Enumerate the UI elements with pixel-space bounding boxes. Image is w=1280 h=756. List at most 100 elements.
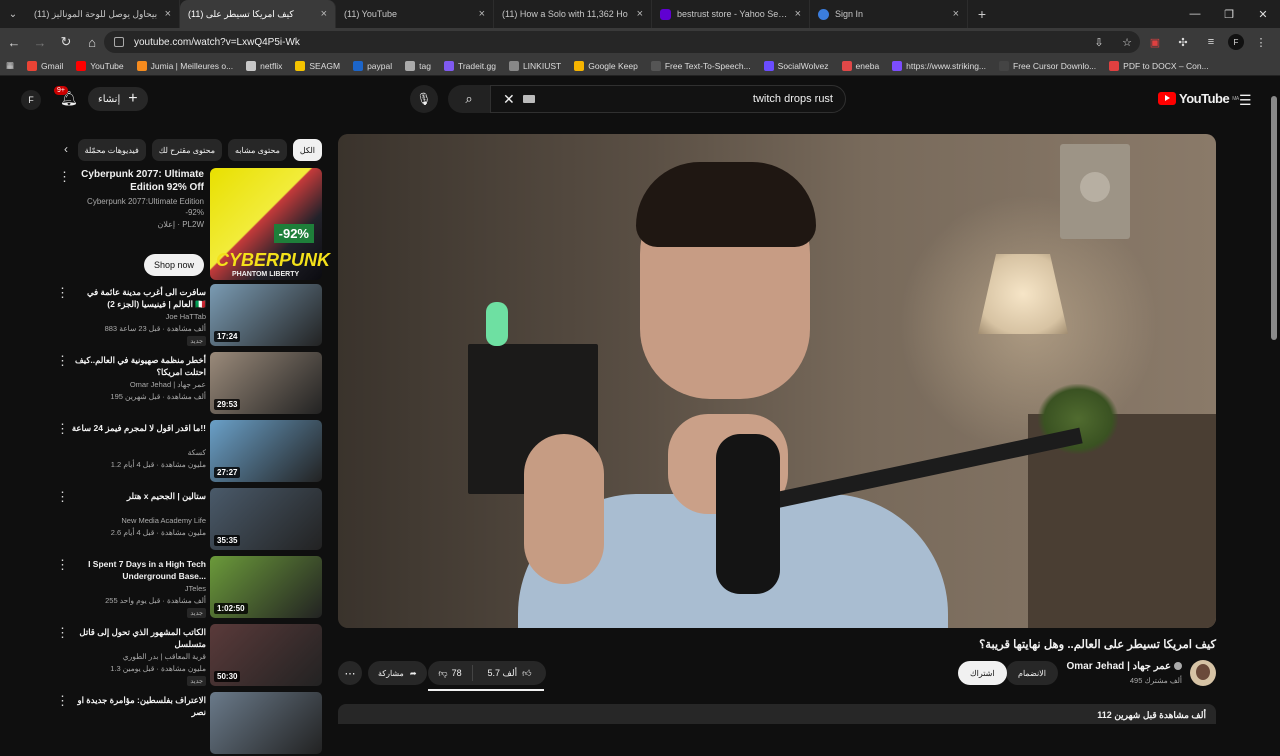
notifications-bell-icon[interactable]: 🔔︎ 9+: [54, 86, 80, 110]
bookmark-item[interactable]: eneba: [841, 60, 879, 71]
close-tab-icon[interactable]: ×: [479, 8, 485, 20]
video-more-options-icon[interactable]: ⋮: [56, 558, 69, 571]
channel-avatar[interactable]: [1190, 660, 1216, 686]
keyboard-icon[interactable]: [522, 95, 535, 103]
bookmark-item[interactable]: tag: [405, 60, 431, 71]
restore-icon[interactable]: ❐: [1212, 0, 1246, 28]
video-thumbnail[interactable]: 29:53: [210, 352, 322, 414]
bookmark-item[interactable]: YouTube: [76, 60, 124, 71]
video-title[interactable]: هتلر x ستالين | الجحيم: [70, 490, 206, 502]
profile-avatar[interactable]: F: [1228, 34, 1244, 50]
ad-thumbnail[interactable]: -92% CYBERPUNK PHANTOM LIBERTY: [210, 168, 330, 280]
chip-recommended[interactable]: محتوى مقترح لك: [151, 139, 222, 161]
video-title[interactable]: الكاتب المشهور الذي تحول إلى قاتل متسلسل: [70, 626, 206, 650]
forward-icon[interactable]: →: [28, 30, 52, 54]
channel-name[interactable]: Omar Jehad | عمر جهاد: [1066, 661, 1182, 672]
extension-icon[interactable]: ▣: [1144, 31, 1166, 53]
site-info-icon[interactable]: [114, 37, 124, 47]
description-box[interactable]: 112 ألف مشاهدة قبل شهرين: [338, 704, 1216, 724]
minimize-icon[interactable]: —: [1178, 0, 1212, 28]
guide-menu-icon[interactable]: ☰: [1239, 92, 1252, 109]
bookmark-item[interactable]: SEAGM: [295, 60, 340, 71]
bookmark-item[interactable]: paypal: [353, 60, 392, 71]
video-title[interactable]: I Spent 7 Days in a High Tech Undergroun…: [70, 558, 206, 582]
close-tab-icon[interactable]: ×: [165, 8, 171, 20]
bookmark-item[interactable]: Gmail: [27, 60, 63, 71]
video-more-options-icon[interactable]: ⋮: [56, 626, 69, 639]
related-video-item[interactable]: 27:27 ما اقدر اقول لا لمجرم فيمز 24 ساعة!…: [52, 420, 324, 484]
subscribe-button[interactable]: اشتراك: [958, 661, 1007, 685]
close-tab-icon[interactable]: ×: [795, 8, 801, 20]
extensions-puzzle-icon[interactable]: ✣: [1172, 31, 1194, 53]
close-tab-icon[interactable]: ×: [321, 8, 327, 20]
bookmark-item[interactable]: Free Cursor Downlo...: [999, 60, 1096, 71]
clear-search-icon[interactable]: ✕: [503, 91, 515, 108]
related-video-item[interactable]: 17:24 سافرت الى أغرب مدينة عائمة في العال…: [52, 284, 324, 348]
video-channel[interactable]: JTeles: [185, 584, 206, 593]
account-avatar[interactable]: F: [21, 90, 41, 110]
bookmark-item[interactable]: Free Text-To-Speech...: [650, 60, 751, 71]
tab-search-icon[interactable]: ⌄: [0, 0, 26, 28]
ad-title[interactable]: Cyberpunk 2077: Ultimate Edition 92% Off: [74, 168, 204, 194]
page-scrollbar[interactable]: [1271, 90, 1277, 710]
home-icon[interactable]: ⌂: [80, 30, 104, 54]
more-actions-icon[interactable]: ⋯: [338, 661, 362, 685]
reload-icon[interactable]: ↻: [54, 30, 78, 54]
sponsored-ad[interactable]: -92% CYBERPUNK PHANTOM LIBERTY Cyberpunk…: [52, 166, 330, 280]
video-thumbnail[interactable]: 1:02:50: [210, 556, 322, 618]
bookmark-star-icon[interactable]: ☆: [1116, 31, 1138, 53]
related-video-item[interactable]: 1:02:50 I Spent 7 Days in a High Tech Und…: [52, 556, 324, 620]
video-more-options-icon[interactable]: ⋮: [56, 354, 69, 367]
share-button[interactable]: مشاركة ➦: [368, 661, 427, 685]
bookmark-item[interactable]: PDF to DOCX – Con...: [1109, 60, 1209, 71]
browser-tab[interactable]: (11) بيحاول يوصل للوحة الموناليز ×: [26, 0, 180, 28]
new-tab-icon[interactable]: +: [968, 6, 996, 22]
video-title[interactable]: أخطر منظمة صهيونية في العالم..كيف احتلت …: [70, 354, 206, 378]
video-more-options-icon[interactable]: ⋮: [56, 286, 69, 299]
video-thumbnail[interactable]: 17:24: [210, 284, 322, 346]
related-video-item[interactable]: 35:35 هتلر x ستالين | الجحيم New Media Aca…: [52, 488, 324, 552]
video-player[interactable]: [338, 134, 1216, 628]
video-more-options-icon[interactable]: ⋮: [56, 422, 69, 435]
youtube-logo[interactable]: YouTube MA: [1158, 91, 1239, 106]
bookmark-item[interactable]: SocialWolvez: [763, 60, 829, 71]
video-title[interactable]: سافرت الى أغرب مدينة عائمة في العالم | ف…: [70, 286, 206, 310]
video-more-options-icon[interactable]: ⋮: [56, 694, 69, 707]
back-icon[interactable]: ←: [2, 30, 26, 54]
create-button[interactable]: إنشاء +: [88, 87, 148, 111]
bookmark-item[interactable]: netflix: [246, 60, 282, 71]
browser-tab[interactable]: bestrust store - Yahoo Search R×: [652, 0, 810, 28]
related-video-item[interactable]: الاعتراف بفلسطين: مؤامرة جديدة او نصر ⋮: [52, 692, 324, 756]
apps-grid-icon[interactable]: ▦: [6, 60, 14, 71]
video-thumbnail[interactable]: 27:27: [210, 420, 322, 482]
video-channel[interactable]: Joe HaTTab: [166, 312, 206, 321]
bookmark-item[interactable]: Google Keep: [574, 60, 638, 71]
video-channel[interactable]: قرية المعاقب | بدر الطوري: [123, 652, 206, 661]
voice-search-icon[interactable]: 🎙︎: [410, 85, 438, 113]
chevron-left-icon[interactable]: ‹: [64, 142, 68, 156]
browser-tab[interactable]: (11) How a Solo with 11,362 Ho ×: [494, 0, 652, 28]
video-channel[interactable]: كسكة: [188, 448, 206, 457]
chip-all[interactable]: الكل: [292, 139, 322, 161]
bookmark-item[interactable]: Jumia | Meilleures o...: [136, 60, 233, 71]
browser-tab[interactable]: Sign In ×: [810, 0, 968, 28]
reading-list-icon[interactable]: ≡: [1200, 31, 1222, 53]
address-bar[interactable]: youtube.com/watch?v=LxwQ4P5i-Wk: [104, 31, 1140, 53]
join-button[interactable]: الانضمام: [1006, 661, 1058, 685]
install-app-icon[interactable]: ⇩: [1088, 31, 1110, 53]
shop-now-button[interactable]: Shop now: [143, 254, 204, 276]
video-channel[interactable]: Omar Jehad | عمر جهاد: [130, 380, 206, 389]
browser-menu-icon[interactable]: ⋮: [1250, 31, 1272, 53]
like-button[interactable]: 5.7 ألف 👍︎: [472, 665, 546, 681]
browser-tab[interactable]: (11) YouTube ×: [336, 0, 494, 28]
scrollbar-thumb[interactable]: [1271, 96, 1277, 340]
video-thumbnail[interactable]: 35:35: [210, 488, 322, 550]
video-title[interactable]: الاعتراف بفلسطين: مؤامرة جديدة او نصر: [70, 694, 206, 718]
related-video-item[interactable]: 29:53 أخطر منظمة صهيونية في العالم..كيف ا…: [52, 352, 324, 416]
chip-related[interactable]: محتوى مشابه: [228, 139, 287, 161]
video-thumbnail[interactable]: [210, 692, 322, 754]
video-title[interactable]: ما اقدر اقول لا لمجرم فيمز 24 ساعة!!: [70, 422, 206, 434]
close-tab-icon[interactable]: ×: [953, 8, 959, 20]
video-more-options-icon[interactable]: ⋮: [56, 490, 69, 503]
related-video-item[interactable]: 50:30 الكاتب المشهور الذي تحول إلى قاتل م…: [52, 624, 324, 688]
